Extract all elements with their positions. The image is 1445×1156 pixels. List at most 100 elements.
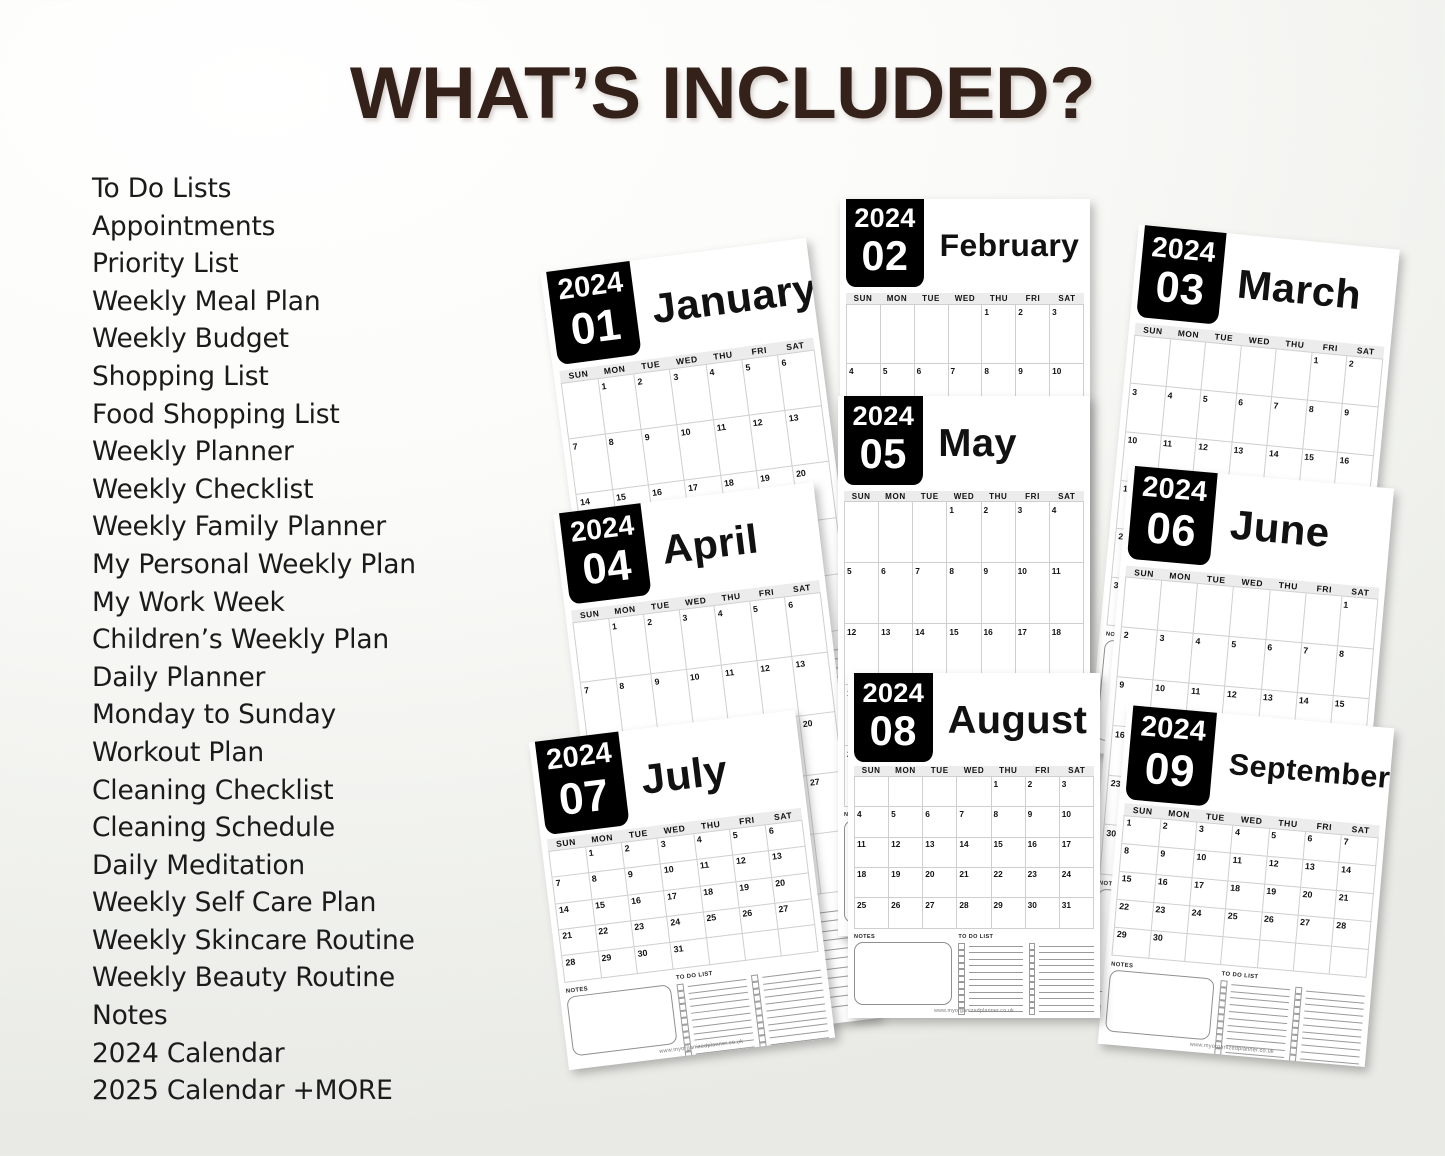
day-cell[interactable]: 28	[957, 898, 992, 929]
notes-box[interactable]	[854, 942, 953, 1006]
day-cell[interactable]: 3	[1153, 630, 1195, 684]
day-cell[interactable]	[1257, 940, 1297, 972]
day-cell[interactable]: 10	[1015, 563, 1050, 625]
day-cell[interactable]: 21	[957, 868, 992, 899]
day-cell[interactable]: 9	[981, 563, 1016, 625]
calendar-page-september[interactable]: 2024 09 September SUN MON TUE WED THU FRI SAT 1 2 3 4…	[1097, 704, 1395, 1068]
day-cell[interactable]: 8	[947, 563, 982, 625]
day-cell[interactable]: 15	[991, 837, 1026, 869]
day-cell[interactable]: 31	[1059, 898, 1094, 929]
day-cell[interactable]: 1	[947, 502, 982, 564]
day-cell[interactable]	[1185, 933, 1224, 966]
day-cell[interactable]	[1236, 345, 1277, 398]
day-cell[interactable]: 3	[1059, 777, 1094, 808]
day-cell[interactable]: 9	[1156, 847, 1195, 879]
day-cell[interactable]	[948, 304, 983, 365]
day-cell[interactable]: 10	[1192, 850, 1232, 882]
day-cell[interactable]: 8	[1120, 843, 1159, 875]
day-cell[interactable]: 5	[845, 563, 880, 625]
day-cell[interactable]: 1	[1122, 815, 1162, 848]
day-cell[interactable]: 31	[670, 938, 710, 970]
day-cell[interactable]: 20	[923, 868, 958, 899]
day-cell[interactable]	[1229, 587, 1271, 641]
day-cell[interactable]: 25	[1223, 909, 1263, 941]
day-cell[interactable]	[1265, 590, 1307, 644]
day-cell[interactable]	[1166, 339, 1207, 391]
day-cell[interactable]: 7	[913, 563, 948, 625]
day-cell[interactable]: 28	[562, 952, 602, 983]
day-cell[interactable]: 2	[981, 502, 1016, 564]
day-cell[interactable]: 19	[889, 868, 924, 899]
day-cell[interactable]: 12	[889, 837, 924, 869]
day-cell[interactable]: 27	[923, 898, 958, 929]
day-cell[interactable]: 11	[1228, 853, 1268, 885]
day-cell[interactable]: 5	[1196, 390, 1237, 443]
day-cell[interactable]: 7	[1267, 397, 1308, 450]
day-cell[interactable]: 28	[1332, 918, 1371, 950]
day-cell[interactable]	[1293, 943, 1333, 975]
notes-box[interactable]	[1105, 969, 1215, 1041]
day-cell[interactable]: 1	[1307, 352, 1348, 405]
day-cell[interactable]	[742, 929, 783, 961]
day-cell[interactable]	[1158, 581, 1199, 634]
day-cell[interactable]: 13	[1301, 859, 1340, 891]
day-cell[interactable]: 18	[855, 868, 890, 899]
day-cell[interactable]: 6	[1261, 640, 1302, 693]
day-cell[interactable]	[1201, 342, 1242, 395]
day-cell[interactable]: 22	[1115, 899, 1154, 931]
day-cell[interactable]	[957, 777, 992, 808]
day-cell[interactable]: 17	[1190, 878, 1229, 910]
day-cell[interactable]: 6	[785, 593, 828, 657]
day-cell[interactable]: 12	[1264, 856, 1304, 888]
day-cell[interactable]: 24	[1187, 906, 1227, 938]
day-cell[interactable]: 3	[1194, 822, 1234, 854]
day-cell[interactable]: 1	[991, 777, 1026, 808]
day-cell[interactable]: 11	[1049, 563, 1084, 625]
day-cell[interactable]	[1194, 584, 1235, 637]
day-cell[interactable]: 14	[1337, 862, 1376, 894]
day-cell[interactable]: 4	[855, 807, 890, 838]
day-cell[interactable]	[855, 777, 890, 808]
day-cell[interactable]	[879, 502, 914, 564]
day-cell[interactable]: 9	[1025, 807, 1060, 838]
day-cell[interactable]: 17	[1059, 837, 1094, 869]
day-cell[interactable]: 13	[785, 406, 829, 467]
day-cell[interactable]: 24	[1059, 868, 1094, 899]
day-cell[interactable]: 7	[957, 807, 992, 838]
day-cell[interactable]: 11	[855, 837, 890, 869]
day-cell[interactable]	[1130, 335, 1171, 388]
day-cell[interactable]: 25	[855, 898, 890, 929]
day-cell[interactable]	[1272, 349, 1313, 402]
day-cell[interactable]: 8	[1333, 646, 1374, 699]
day-cell[interactable]	[880, 304, 915, 365]
day-cell[interactable]: 13	[792, 652, 835, 717]
day-cell[interactable]: 6	[778, 350, 822, 411]
day-cell[interactable]	[1301, 593, 1342, 647]
todo-checkbox[interactable]	[759, 1041, 768, 1050]
day-cell[interactable]: 1	[1337, 596, 1378, 650]
day-cell[interactable]	[923, 777, 958, 808]
day-cell[interactable]: 9	[1338, 404, 1379, 457]
day-cell[interactable]: 7	[1297, 643, 1338, 696]
calendar-page-august[interactable]: 2024 08 August SUN MON TUE WED THU FRI SAT 1 2 3 4 5 6 7…	[848, 673, 1100, 1018]
day-cell[interactable]: 4	[1161, 387, 1202, 440]
day-cell[interactable]: 2	[1025, 777, 1060, 808]
day-cell[interactable]: 2	[1117, 627, 1159, 681]
day-cell[interactable]: 30	[1149, 930, 1188, 962]
calendar-page-july[interactable]: 2024 07 July SUN MON TUE WED THU FRI SAT 1 2 3 4 5 6 7 8 9…	[528, 709, 836, 1071]
day-cell[interactable]: 2	[1342, 356, 1383, 408]
day-cell[interactable]: 6	[879, 563, 914, 625]
day-cell[interactable]: 30	[1025, 898, 1060, 929]
day-cell[interactable]: 4	[1049, 502, 1084, 564]
day-cell[interactable]: 29	[598, 947, 638, 979]
day-cell[interactable]: 29	[991, 898, 1026, 929]
day-cell[interactable]: 19	[1262, 884, 1302, 916]
day-cell[interactable]	[706, 934, 747, 966]
day-cell[interactable]: 3	[1015, 502, 1050, 564]
day-cell[interactable]: 6	[1303, 831, 1343, 863]
day-cell[interactable]	[889, 777, 924, 808]
day-cell[interactable]: 4	[1231, 825, 1270, 857]
day-cell[interactable]: 5	[1225, 636, 1266, 690]
day-cell[interactable]: 20	[799, 711, 843, 776]
notes-box[interactable]	[566, 984, 678, 1057]
